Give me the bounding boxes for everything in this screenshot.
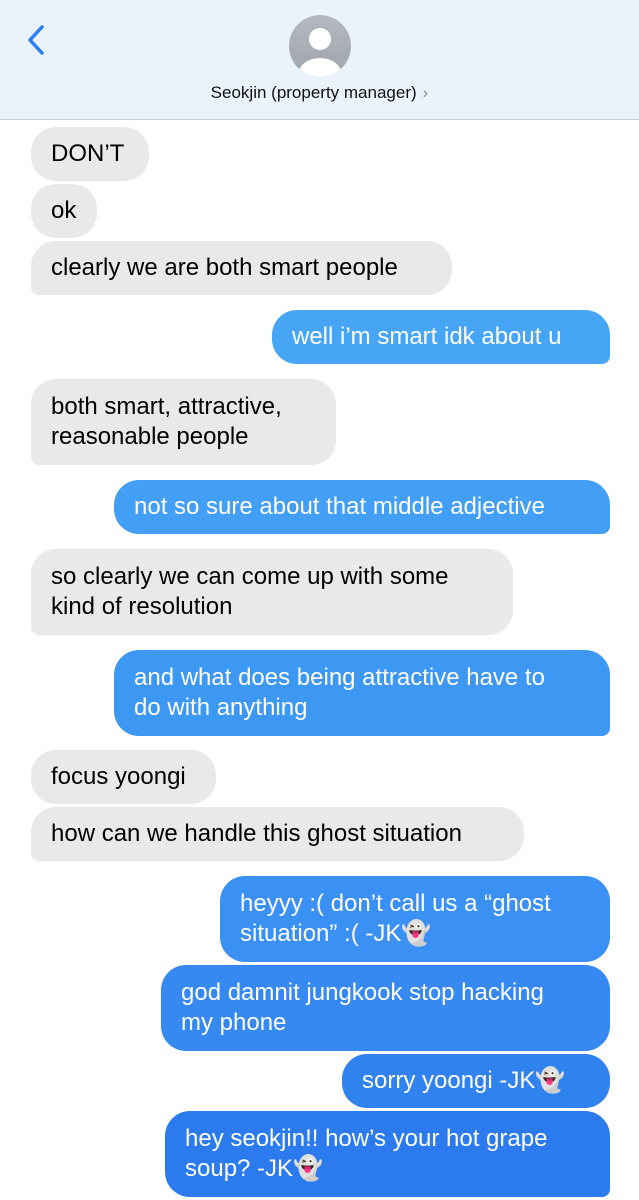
message-text-line: so clearly we can come up with some <box>51 563 449 590</box>
message-bubble-sent[interactable]: sorry yoongi -JK👻 <box>342 1054 610 1108</box>
message-text-line: do with anything <box>134 694 308 721</box>
message-bubble-received[interactable]: both smart, attractive, reasonable peopl… <box>31 379 336 465</box>
message-bubble-received[interactable]: clearly we are both smart people <box>31 241 452 295</box>
message-text-line: hey seokjin!! how’s your hot grape <box>185 1125 548 1152</box>
message-bubble-received[interactable]: ok <box>31 184 97 238</box>
message-text-line: situation” :( -JK👻 <box>240 920 432 947</box>
message-text-line: reasonable people <box>51 423 249 450</box>
message-text: DON’T <box>51 140 125 167</box>
message-bubble-received[interactable]: DON’T <box>31 127 149 181</box>
message-text-line: soup? -JK👻 <box>185 1155 323 1182</box>
message-text-line: my phone <box>181 1009 287 1036</box>
message-bubble-sent[interactable]: well i’m smart idk about u <box>272 310 610 364</box>
message-text-line: heyyy :( don’t call us a “ghost <box>240 890 551 917</box>
message-text-line: both smart, attractive, <box>51 393 282 420</box>
message-bubble-sent[interactable]: not so sure about that middle adjective <box>114 480 610 534</box>
contact-name: Seokjin (property manager) <box>210 83 417 102</box>
message-text-line: and what does being attractive have to <box>134 664 545 691</box>
person-silhouette-icon <box>298 28 342 77</box>
back-button[interactable] <box>22 20 52 60</box>
message-text: well i’m smart idk about u <box>292 323 562 350</box>
message-text-line: god damnit jungkook stop hacking <box>181 979 544 1006</box>
message-text: clearly we are both smart people <box>51 254 398 281</box>
avatar[interactable] <box>289 15 351 77</box>
message-bubble-sent[interactable]: and what does being attractive have to d… <box>114 650 610 736</box>
message-text: sorry yoongi -JK👻 <box>362 1067 566 1094</box>
message-bubble-sent[interactable]: god damnit jungkook stop hacking my phon… <box>161 965 610 1051</box>
contact-name-button[interactable]: Seokjin (property manager) › <box>0 83 639 103</box>
message-bubble-sent[interactable]: hey seokjin!! how’s your hot grape soup?… <box>165 1111 610 1197</box>
conversation-header: Seokjin (property manager) › <box>0 0 639 120</box>
message-text: ok <box>51 197 77 224</box>
message-bubble-sent[interactable]: heyyy :( don’t call us a “ghost situatio… <box>220 876 610 962</box>
message-text: not so sure about that middle adjective <box>134 493 545 520</box>
message-bubble-received[interactable]: focus yoongi <box>31 750 216 804</box>
message-text-line: kind of resolution <box>51 593 233 620</box>
chevron-right-icon: › <box>422 83 429 102</box>
message-bubble-received[interactable]: how can we handle this ghost situation <box>31 807 524 861</box>
message-text: focus yoongi <box>51 763 186 790</box>
chevron-left-icon <box>28 25 44 55</box>
message-bubble-received[interactable]: so clearly we can come up with some kind… <box>31 549 513 635</box>
message-text: how can we handle this ghost situation <box>51 820 462 847</box>
